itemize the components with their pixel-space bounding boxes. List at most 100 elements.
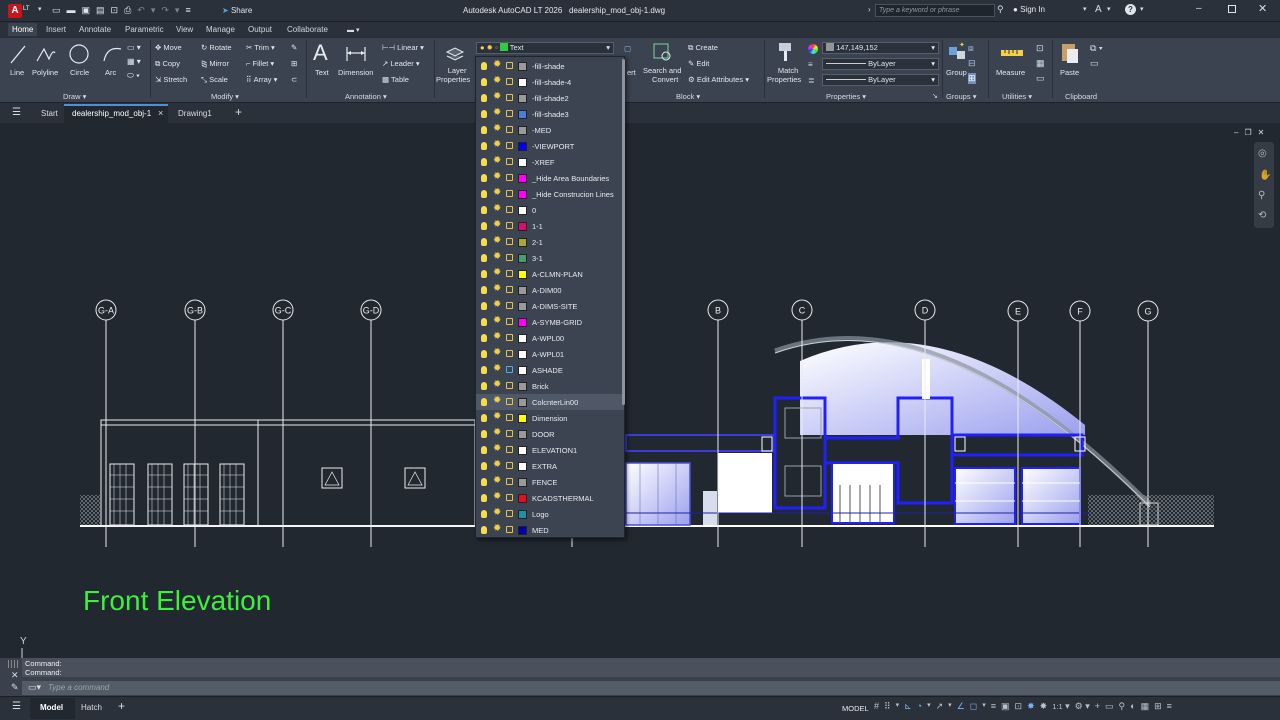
layer-color-swatch[interactable] xyxy=(518,206,527,215)
copy-clip-icon[interactable]: ⧉ ▾ xyxy=(1090,43,1103,54)
model-space-button[interactable]: MODEL xyxy=(842,704,869,713)
layer-list-item[interactable]: ✹ A-WPL01 xyxy=(476,346,624,362)
polar-icon[interactable]: ◔ xyxy=(917,701,922,712)
group-icon[interactable]: ✦ xyxy=(947,41,967,63)
linetype-icon[interactable]: ≡ xyxy=(808,60,813,69)
tab-output[interactable]: Output xyxy=(248,25,272,34)
lightbulb-icon[interactable] xyxy=(481,366,487,374)
add-layout-icon[interactable]: + xyxy=(118,699,125,713)
save-icon[interactable]: ▣ xyxy=(82,5,91,16)
lineweight-dropdown[interactable]: ByLayer ▾ xyxy=(822,74,939,86)
command-grip[interactable] xyxy=(8,660,18,668)
lock-icon[interactable] xyxy=(506,94,513,101)
edit-attributes-button[interactable]: ⚙ Edit Attributes ▾ xyxy=(688,75,749,84)
measure-button[interactable]: Measure xyxy=(996,68,1025,77)
isolate-objects-icon[interactable]: ◐ xyxy=(1130,701,1135,712)
lightbulb-icon[interactable] xyxy=(481,286,487,294)
lock-icon[interactable] xyxy=(506,110,513,117)
lock-icon[interactable] xyxy=(506,206,513,213)
layer-list-item[interactable]: ✹ 0 xyxy=(476,202,624,218)
layer-properties-icon[interactable] xyxy=(444,42,466,64)
lightbulb-icon[interactable] xyxy=(481,190,487,198)
sun-icon[interactable]: ✹ xyxy=(493,236,501,246)
layer-dropdown-list[interactable]: ✹ -fill-shade ✹ -fill-shade-4 ✹ -fill-shade2 ✹… xyxy=(475,56,625,538)
learn-icon[interactable]: A xyxy=(1095,4,1102,15)
tab-collaborate[interactable]: Collaborate xyxy=(287,25,328,34)
osnap-dropdown-icon[interactable]: ▾ xyxy=(982,701,986,712)
undo-icon[interactable]: ↶ xyxy=(137,5,145,16)
layer-color-swatch[interactable] xyxy=(518,478,527,487)
sun-icon[interactable]: ✹ xyxy=(493,492,501,502)
calculator-icon[interactable]: ▦ xyxy=(1036,58,1045,69)
sun-icon[interactable]: ✹ xyxy=(493,220,501,230)
ellipse-icon[interactable]: ⬭ ▾ xyxy=(127,71,141,81)
current-layer-dropdown[interactable]: ● ✹ ▫ Text ▾ xyxy=(476,42,614,54)
app-logo-icon[interactable]: A xyxy=(8,4,22,18)
lightbulb-icon[interactable] xyxy=(481,494,487,502)
help-chevron-icon[interactable]: ▾ xyxy=(1140,5,1144,13)
cut-icon[interactable]: ▭ xyxy=(1090,58,1103,69)
lock-icon[interactable] xyxy=(506,174,513,181)
layer-color-swatch[interactable] xyxy=(518,446,527,455)
lock-icon[interactable] xyxy=(506,510,513,517)
layer-list-item[interactable]: ✹ 1-1 xyxy=(476,218,624,234)
ungroup-icon[interactable]: ⧈ xyxy=(968,43,976,54)
rectangle-icon[interactable]: ▭ ▾ xyxy=(127,43,141,52)
lightbulb-icon[interactable] xyxy=(481,350,487,358)
layer-list-item[interactable]: ✹ Dimension xyxy=(476,410,624,426)
lock-icon[interactable] xyxy=(506,494,513,501)
layer-color-swatch[interactable] xyxy=(518,494,527,503)
layer-list-item[interactable]: ✹ ELEVATION1 xyxy=(476,442,624,458)
arc-icon[interactable] xyxy=(101,43,123,65)
sun-icon[interactable]: ✹ xyxy=(493,188,501,198)
lock-icon[interactable] xyxy=(506,62,513,69)
line-icon[interactable] xyxy=(9,43,27,65)
mirror-button[interactable]: ⧎ Mirror xyxy=(201,59,229,68)
model-tab[interactable]: Model xyxy=(30,698,75,719)
layer-color-swatch[interactable] xyxy=(518,366,527,375)
layer-list-item[interactable]: ✹ ColcnterLin00 xyxy=(476,394,624,410)
layer-color-swatch[interactable] xyxy=(518,318,527,327)
paste-button[interactable]: Paste xyxy=(1060,68,1079,77)
save-as-icon[interactable]: ▤ xyxy=(96,5,105,16)
lightbulb-icon[interactable] xyxy=(481,414,487,422)
group-button[interactable]: Group xyxy=(946,68,967,77)
lock-icon[interactable] xyxy=(506,126,513,133)
layer-color-swatch[interactable] xyxy=(518,334,527,343)
layer-list-item[interactable]: ✹ -VIEWPORT xyxy=(476,138,624,154)
text-button[interactable]: Text xyxy=(315,68,329,77)
graphics-performance-icon[interactable]: ▦ xyxy=(1141,701,1150,712)
sun-icon[interactable]: ✹ xyxy=(493,268,501,278)
layout-tab-hatch[interactable]: Hatch xyxy=(81,703,102,712)
layout-menu-icon[interactable]: ☰ xyxy=(12,701,21,712)
create-block-button[interactable]: ⧉ Create xyxy=(688,43,718,53)
layer-list-item[interactable]: ✹ DOOR xyxy=(476,426,624,442)
isodraft-icon[interactable]: ↗ xyxy=(936,701,944,712)
lightbulb-icon[interactable] xyxy=(481,446,487,454)
lock-icon[interactable] xyxy=(506,190,513,197)
linear-button[interactable]: ⊢⊣ Linear ▾ xyxy=(382,43,424,52)
layer-list-item[interactable]: ✹ -fill-shade xyxy=(476,58,624,74)
lightbulb-icon[interactable] xyxy=(481,62,487,70)
layer-color-swatch[interactable] xyxy=(518,270,527,279)
paste-icon[interactable] xyxy=(1060,41,1080,65)
layer-color-swatch[interactable] xyxy=(518,94,527,103)
sun-icon[interactable]: ✹ xyxy=(493,252,501,262)
lightbulb-icon[interactable] xyxy=(481,158,487,166)
stretch-button[interactable]: ⇲ Stretch xyxy=(155,75,187,84)
annotation-visibility-icon[interactable]: ✸ xyxy=(1027,701,1035,712)
signin-chevron-icon[interactable]: ▾ xyxy=(1083,5,1087,13)
sun-icon[interactable]: ✹ xyxy=(493,76,501,86)
lock-icon[interactable] xyxy=(506,446,513,453)
array-button[interactable]: ⠿ Array ▾ xyxy=(246,75,277,84)
layer-list-item[interactable]: ✹ Brick xyxy=(476,378,624,394)
hatch-icon[interactable]: ▦ ▾ xyxy=(127,57,141,66)
ribbon-options-icon[interactable]: ▬ ▾ xyxy=(347,26,359,34)
annotation-monitor-icon[interactable]: + xyxy=(1095,701,1100,712)
lightbulb-icon[interactable] xyxy=(481,302,487,310)
lock-icon[interactable] xyxy=(506,254,513,261)
snap-icon[interactable]: ⠿ xyxy=(884,701,891,712)
lightbulb-icon[interactable] xyxy=(481,318,487,326)
sun-icon[interactable]: ✹ xyxy=(493,284,501,294)
learn-chevron-icon[interactable]: ▾ xyxy=(1107,5,1111,13)
